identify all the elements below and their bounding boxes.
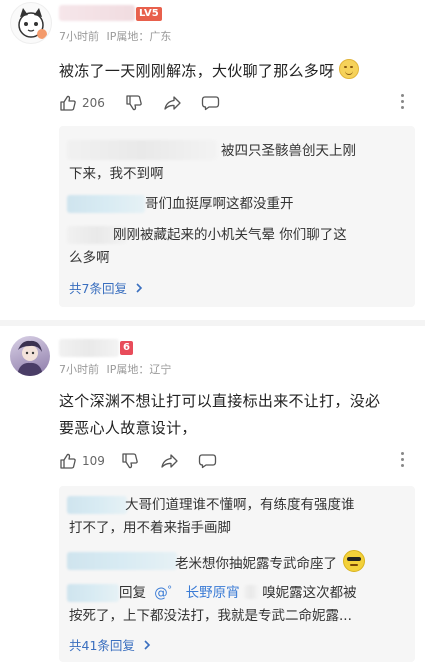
reply-button[interactable] (198, 450, 217, 472)
reply-username[interactable] (67, 496, 127, 514)
username[interactable] (59, 5, 135, 21)
comment-meta: 7小时前 IP属地：广东 (59, 28, 171, 44)
reply-1-line-2: 打不了，用不着来指手画脚 (69, 520, 231, 536)
reply-word: 回复 (119, 585, 146, 601)
comment-1: LV5 7小时前 IP属地：广东 被冻了一天刚刚解冻，大伙聊了那么多呀 206 (0, 0, 425, 320)
thumbs-down-icon (126, 95, 142, 111)
avatar-portrait-icon (17, 340, 43, 376)
level-badge: LV5 (136, 7, 162, 21)
comment-text-line-2: 要恶心人故意设计， (59, 419, 197, 437)
reply-box: 被四只圣骸兽创天上刚 下来，我不到啊 哥们血挺厚啊这都没重开 刚刚被藏起来的小机… (59, 126, 415, 307)
more-replies-link[interactable]: 共41条回复 (69, 635, 153, 654)
comment-bubble-icon (198, 454, 217, 469)
chevron-right-icon (136, 282, 143, 293)
comment-2: 6 7小时前 IP属地：辽宁 这个深渊不想让打可以直接标出来不让打，没必 要恶心… (0, 326, 425, 672)
thumbs-up-icon (60, 95, 76, 111)
comment-text: 这个深渊不想让打可以直接标出来不让打，没必 要恶心人故意设计， (59, 388, 380, 442)
cool-sunglasses-emoji-icon (343, 550, 366, 572)
reply-3-line-2: 按死了，上下都没法打，我就是专武二命妮露... (69, 608, 352, 624)
reply-3-line-2: 么多啊 (69, 250, 110, 266)
reply-1-line-1: 大哥们道理谁不懂啊，有练度有强度谁 (125, 497, 355, 513)
avatar[interactable] (10, 336, 50, 376)
reply-button[interactable] (201, 92, 220, 114)
reply-1-line-2: 下来，我不到啊 (69, 166, 164, 182)
reply-username[interactable] (67, 195, 145, 213)
like-button[interactable]: 109 (59, 450, 105, 472)
chevron-right-icon (144, 639, 151, 650)
reply-3-line-1: 回复 @゜ 长野原宵 嗅妮露这次都被 (119, 585, 357, 601)
dislike-button[interactable] (121, 450, 139, 472)
comment-time: 7小时前 (59, 30, 99, 43)
reply-2-line-1: 老米想你抽妮露专武命座了 (175, 550, 366, 575)
share-icon (161, 454, 178, 468)
comment-text: 被冻了一天刚刚解冻，大伙聊了那么多呀 (59, 58, 360, 85)
like-count: 206 (82, 96, 105, 110)
share-button[interactable] (160, 450, 179, 472)
thumbs-down-icon (122, 453, 138, 469)
reply-1-line-1: 被四只圣骸兽创天上刚 (221, 143, 356, 159)
username[interactable] (59, 339, 119, 357)
comment-actions: 206 (59, 92, 419, 114)
comment-meta: 7小时前 IP属地：辽宁 (59, 361, 171, 377)
comment-location: IP属地：广东 (106, 30, 172, 43)
avatar[interactable] (10, 2, 52, 44)
smile-emoji-icon (339, 59, 360, 79)
like-count: 109 (82, 454, 105, 468)
more-options-icon[interactable] (401, 452, 405, 470)
comment-location: IP属地：辽宁 (106, 363, 172, 376)
reply-3-line-1: 刚刚被藏起来的小机关气晕 你们聊了这 (113, 227, 347, 243)
reply-username[interactable] (67, 140, 217, 160)
mention-link[interactable]: @゜ 长野原宵 (154, 585, 239, 601)
like-button[interactable]: 206 (59, 92, 105, 114)
comment-text-line-1: 这个深渊不想让打可以直接标出来不让打，没必 (59, 392, 381, 410)
comment-bubble-icon (201, 96, 220, 111)
dislike-button[interactable] (125, 92, 143, 114)
thumbs-up-icon (60, 453, 76, 469)
avatar-cat-icon (18, 8, 47, 39)
reply-username[interactable] (67, 584, 119, 602)
comment-actions: 109 (59, 450, 419, 472)
level-badge: 6 (120, 341, 133, 355)
reply-2-line-1: 哥们血挺厚啊这都没重开 (145, 196, 294, 212)
more-options-icon[interactable] (401, 94, 405, 112)
share-button[interactable] (163, 92, 182, 114)
mention-suffix-blur (243, 585, 258, 599)
more-replies-link[interactable]: 共7条回复 (69, 278, 145, 297)
share-icon (164, 96, 181, 110)
reply-box: 大哥们道理谁不懂啊，有练度有强度谁 打不了，用不着来指手画脚 老米想你抽妮露专武… (59, 486, 415, 662)
comment-time: 7小时前 (59, 363, 99, 376)
reply-username[interactable] (67, 552, 177, 570)
